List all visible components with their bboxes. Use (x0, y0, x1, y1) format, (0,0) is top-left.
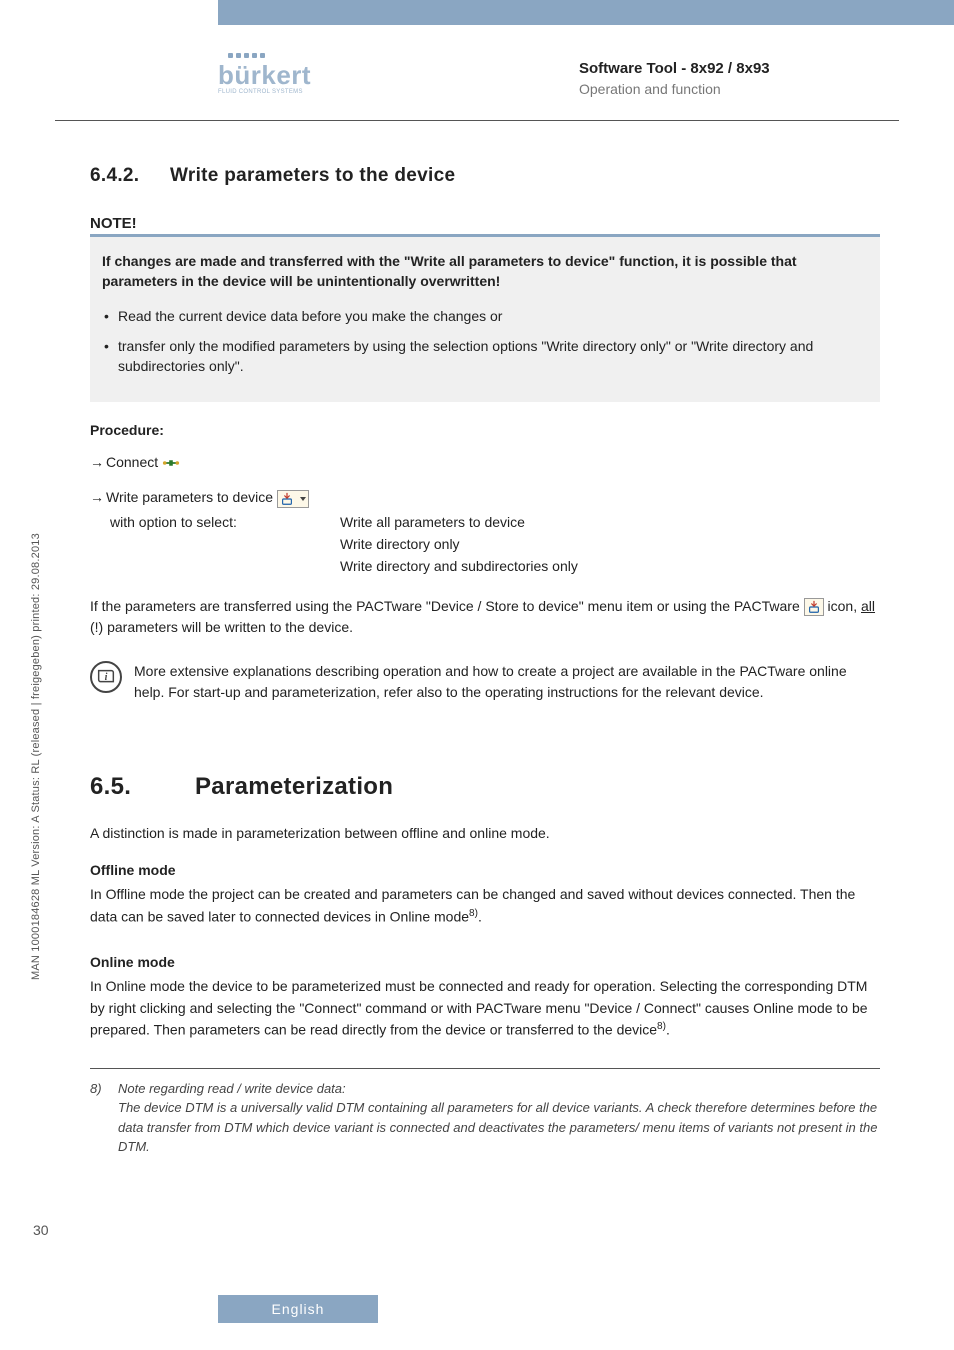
info-icon: i (90, 661, 124, 695)
section-65-title: Parameterization (195, 773, 393, 800)
after-procedure-paragraph: If the parameters are transferred using … (90, 596, 880, 639)
logo-dots (218, 53, 338, 58)
online-p-pre: In Online mode the device to be paramete… (90, 978, 868, 1038)
note-lead-pre: If changes are made and transferred with… (102, 253, 411, 269)
offline-sup: 8) (469, 908, 478, 919)
footnote-rule (90, 1068, 880, 1069)
main-content: 6.4.2.Write parameters to the device NOT… (90, 165, 880, 1157)
online-mode-paragraph: In Online mode the device to be paramete… (90, 976, 880, 1042)
section-65-number: 6.5. (90, 773, 195, 801)
online-p-post: . (666, 1022, 670, 1038)
brand-logo: bürkert FLUID CONTROL SYSTEMS (218, 53, 338, 95)
footnote-line1: Note regarding read / write device data: (118, 1079, 880, 1099)
step2-opt1: Write all parameters to device (340, 512, 525, 534)
step2-opt3: Write directory and subdirectories only (340, 556, 578, 578)
procedure-step-1: →Connect (90, 452, 880, 473)
procedure-step-2: →Write parameters to device (90, 487, 880, 508)
step2-text: Write parameters to device (106, 489, 273, 505)
footnote-number: 8) (90, 1079, 108, 1157)
connect-icon (162, 455, 182, 473)
footnote-line2: The device DTM is a universally valid DT… (118, 1098, 880, 1157)
offline-mode-paragraph: In Offline mode the project can be creat… (90, 884, 880, 928)
top-tabs (0, 0, 954, 25)
logo-text: bürkert (218, 60, 338, 91)
procedure-step-2-options: with option to select:Write all paramete… (90, 512, 880, 577)
after-para-post: (!) parameters will be written to the de… (90, 619, 353, 635)
page-number: 30 (33, 1222, 49, 1238)
tab-band-left (218, 0, 604, 25)
note-lead: If changes are made and transferred with… (102, 251, 868, 292)
section-65-heading: 6.5.Parameterization (90, 773, 880, 801)
page-header: bürkert FLUID CONTROL SYSTEMS Software T… (0, 25, 954, 120)
step2-opt2: Write directory only (340, 534, 460, 556)
section-642-number: 6.4.2. (90, 165, 170, 187)
footnote-body: Note regarding read / write device data:… (118, 1079, 880, 1157)
document-subtitle: Operation and function (579, 81, 899, 97)
online-sup: 8) (657, 1021, 666, 1032)
info-note: i More extensive explanations describing… (90, 661, 880, 703)
note-bullet-1: Read the current device data before you … (102, 306, 868, 326)
after-para-pre: If the parameters are transferred using … (90, 598, 804, 614)
document-title-block: Software Tool - 8x92 / 8x93 Operation an… (579, 60, 899, 97)
dropdown-caret-icon (300, 497, 306, 501)
side-metadata-text: MAN 1000184628 ML Version: A Status: RL … (30, 533, 42, 980)
arrow-icon: → (90, 487, 106, 508)
tab-band-right (604, 0, 954, 25)
step1-text: Connect (106, 454, 158, 470)
svg-text:i: i (105, 672, 108, 683)
footnote-8: 8) Note regarding read / write device da… (90, 1079, 880, 1157)
after-para-mid1: icon, (824, 598, 861, 614)
note-label: NOTE! (90, 215, 880, 232)
logo-subtext: FLUID CONTROL SYSTEMS (218, 89, 338, 95)
procedure-label: Procedure: (90, 422, 880, 438)
step2-sublabel: with option to select: (90, 512, 340, 534)
document-title: Software Tool - 8x92 / 8x93 (579, 60, 899, 77)
offline-mode-heading: Offline mode (90, 862, 880, 878)
footer-language-band: English (218, 1295, 378, 1323)
section-642-heading: 6.4.2.Write parameters to the device (90, 165, 880, 187)
offline-p-post: . (478, 908, 482, 924)
online-mode-heading: Online mode (90, 954, 880, 970)
pactware-write-icon (804, 598, 824, 616)
section-642-title: Write parameters to the device (170, 165, 455, 186)
header-rule (55, 120, 899, 121)
after-para-all: all (861, 598, 875, 614)
note-lead-bold: Write all parameters to device (411, 253, 609, 269)
section-65-intro: A distinction is made in parameterizatio… (90, 823, 880, 844)
write-to-device-icon (277, 490, 309, 508)
note-bullet-2: transfer only the modified parameters by… (102, 336, 868, 377)
arrow-icon: → (90, 452, 106, 473)
info-text: More extensive explanations describing o… (134, 661, 880, 703)
note-box: If changes are made and transferred with… (90, 234, 880, 402)
